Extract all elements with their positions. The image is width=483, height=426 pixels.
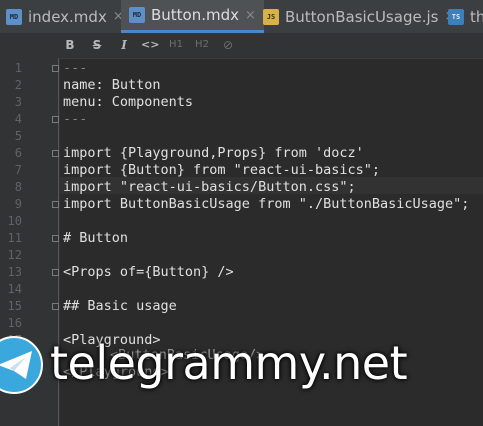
italic-button[interactable]: I [115,36,133,54]
md-file-icon: MD [6,8,22,25]
code-line[interactable]: import {Button} from "react-ui-basics"; [63,162,380,179]
line-number: 5 [14,129,22,143]
fold-marker-icon[interactable] [52,269,59,276]
fold-marker-icon[interactable] [52,235,59,242]
fold-marker-icon[interactable] [52,303,59,310]
line-number: 3 [14,95,22,109]
editor-tab-bar: MD index.mdx × MD Button.mdx × JS Button… [0,0,483,34]
code-line[interactable]: name: Button [63,77,161,94]
fold-marker-icon[interactable] [52,65,59,72]
bold-button[interactable]: B [61,36,79,54]
code-line[interactable]: import ButtonBasicUsage from "./ButtonBa… [63,196,469,213]
heading1-button[interactable]: H1 [167,36,185,54]
fold-marker-icon[interactable] [52,201,59,208]
fold-marker-icon[interactable] [52,116,59,123]
tab-th[interactable]: TS th [448,0,483,33]
line-number: 12 [7,248,22,262]
tab-buttonbasicusage-js[interactable]: JS ButtonBasicUsage.js × [263,0,455,33]
line-number: 16 [7,316,22,330]
watermark-text: telegrammy.net [50,336,408,390]
code-button[interactable]: <> [141,36,159,54]
ts-file-icon: TS [448,8,464,25]
telegram-logo-icon [0,335,44,395]
code-line[interactable]: menu: Components [63,94,193,111]
close-icon[interactable]: × [245,8,256,23]
line-number: 8 [14,180,22,194]
line-number: 11 [7,231,22,245]
md-file-icon: MD [129,7,145,23]
line-number: 9 [14,197,22,211]
js-file-icon: JS [263,8,279,25]
link-icon[interactable]: ⊘ [219,36,237,54]
line-number: 4 [14,112,22,126]
line-number: 6 [14,146,22,160]
tab-label: ButtonBasicUsage.js [285,7,439,26]
code-line[interactable]: --- [63,111,87,128]
code-line[interactable]: --- [63,60,87,77]
code-line[interactable]: # Button [63,230,128,247]
heading2-button[interactable]: H2 [193,36,211,54]
line-number: 2 [14,78,22,92]
tab-label: index.mdx [28,7,107,26]
code-line[interactable]: ## Basic usage [63,298,177,315]
code-line[interactable]: import {Playground,Props} from 'docz' [63,145,364,162]
tab-index-mdx[interactable]: MD index.mdx × [6,0,124,33]
strikethrough-button[interactable]: S [88,36,106,54]
line-number: 10 [7,214,22,228]
code-line[interactable]: import "react-ui-basics/Button.css"; [63,179,356,196]
line-number: 15 [7,299,22,313]
tab-label: Button.mdx [151,6,240,24]
fold-marker-icon[interactable] [52,150,59,157]
tab-label: th [470,7,483,26]
markdown-toolbar: B S I <> H1 H2 ⊘ [0,33,483,59]
line-number: 14 [7,282,22,296]
line-number: 13 [7,265,22,279]
line-number: 7 [14,163,22,177]
code-line[interactable]: <Props of={Button} /> [63,264,234,281]
line-number: 1 [14,61,22,75]
tab-button-mdx[interactable]: MD Button.mdx × [121,0,264,33]
